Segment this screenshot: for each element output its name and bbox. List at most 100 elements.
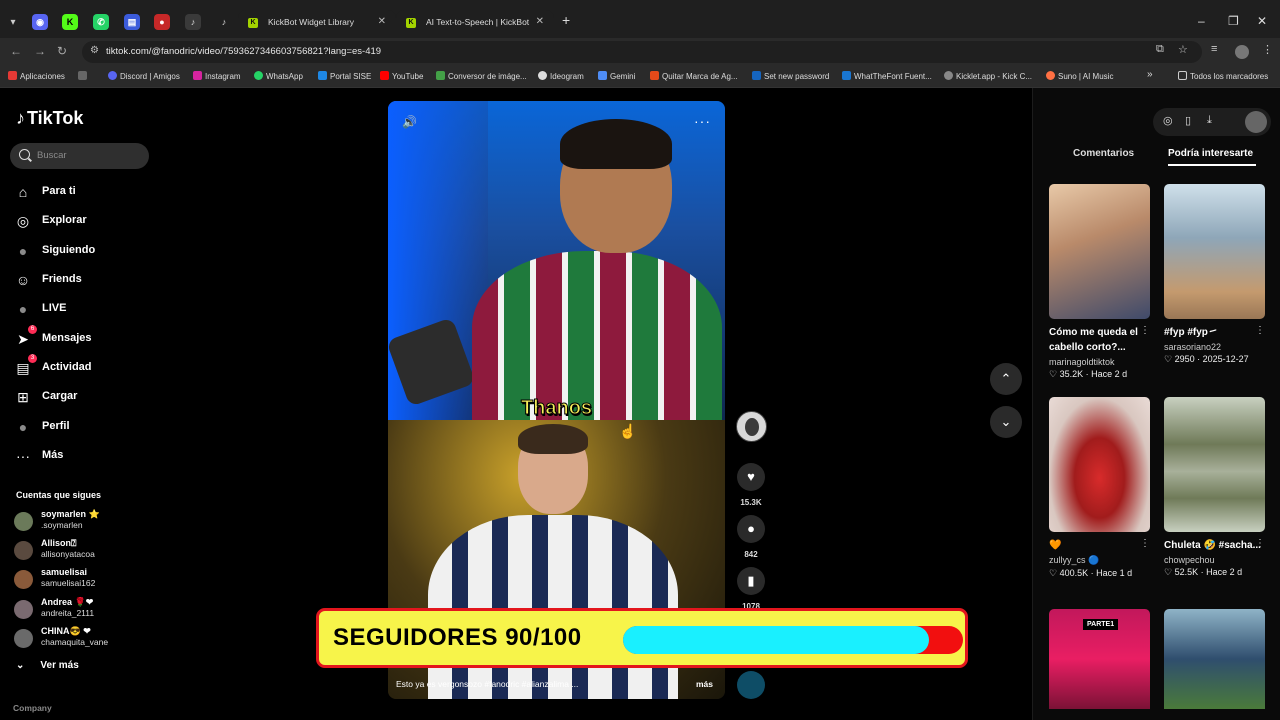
see-more-button[interactable]: ⌄ Ver más [16, 660, 79, 671]
bookmark-conversor[interactable]: Conversor de imáge... [436, 71, 527, 81]
close-tab-icon[interactable]: ✕ [536, 16, 544, 27]
pinned-tab-app-icon[interactable]: ▤ [124, 14, 140, 30]
previous-video-button[interactable]: ⌃ [990, 363, 1022, 395]
device-icon[interactable]: ▯ [1185, 114, 1191, 127]
nav-item-siguiendo[interactable]: ● Siguiendo [14, 240, 154, 262]
pinned-tab-red-icon[interactable]: ● [154, 14, 170, 30]
comment-button[interactable]: ● [737, 515, 765, 543]
tab-search-icon[interactable]: ▾ [6, 16, 20, 30]
card-stats: ♡ 400.5K · Hace 1 d [1049, 568, 1133, 578]
bookmark-portal-sise[interactable]: Portal SISE [318, 71, 371, 81]
minimize-button[interactable]: – [1198, 14, 1205, 28]
nav-item-friends[interactable]: ☺ Friends [14, 269, 154, 291]
browser-menu-icon[interactable]: ⋮ [1262, 43, 1273, 56]
video-thumbnail [1164, 184, 1265, 319]
card-date: 2025-12-27 [1202, 354, 1249, 364]
pinned-tab-discord-icon[interactable]: ◉ [32, 14, 48, 30]
description-more-link[interactable]: más [696, 679, 713, 689]
bookmark-quitar-marca[interactable]: Quitar Marca de Ag... [650, 71, 738, 81]
tiktok-logo[interactable]: ♪ TikTok [16, 108, 83, 129]
forward-icon[interactable]: → [34, 44, 46, 58]
bookmark-youtube[interactable]: YouTube [380, 71, 423, 81]
nav-item-cargar[interactable]: ⊞ Cargar [14, 386, 154, 408]
bookmark-whatthefont[interactable]: WhatTheFont Fuent... [842, 71, 932, 81]
explore-icon[interactable]: ◎ [1163, 114, 1173, 127]
omnibox[interactable]: ⚙ tiktok.com/@fanodric/video/75936273466… [82, 41, 1202, 63]
suggested-video-card[interactable] [1164, 609, 1265, 709]
url-text[interactable]: tiktok.com/@fanodric/video/7593627346603… [106, 46, 381, 57]
bookmarks-overflow-icon[interactable]: » [1147, 69, 1153, 80]
tab-ai-tts[interactable]: K AI Text-to-Speech | KickBot ✕ [396, 10, 554, 36]
bookmark-kicklet[interactable]: Kicklet.app - Kick C... [944, 71, 1032, 81]
instagram-icon [193, 71, 202, 80]
install-app-icon[interactable]: ⧉ [1156, 43, 1164, 56]
card-menu-icon[interactable]: ⋮ [1140, 538, 1150, 549]
bookmark-label: WhatTheFont Fuent... [854, 72, 932, 81]
profile-avatar[interactable] [1235, 45, 1249, 59]
search-input[interactable]: Buscar [10, 143, 149, 169]
music-disc-button[interactable] [737, 671, 765, 699]
followed-account[interactable]: soymarlen ⭐ .soymarlen [14, 509, 154, 535]
nav-item-mensajes[interactable]: ➤ 6 Mensajes [14, 325, 154, 350]
bookmark-set-password[interactable]: Set new password [752, 71, 829, 81]
follower-goal-label: SEGUIDORES 90/100 [333, 624, 582, 651]
suggested-video-card[interactable]: PARTE1 [1049, 609, 1150, 709]
user-avatar[interactable] [1245, 111, 1267, 133]
account-avatar [14, 512, 33, 531]
bookmark-whatsapp[interactable]: WhatsApp [254, 71, 303, 81]
bookmark-ideogram[interactable]: Ideogram [538, 71, 584, 81]
pinned-tab-whatsapp-icon[interactable]: ✆ [93, 14, 109, 30]
company-link[interactable]: Company [13, 703, 52, 713]
reading-list-icon[interactable]: ≡ [1211, 43, 1217, 55]
pinned-tab-audio2-icon[interactable]: ♪ [216, 14, 232, 30]
tab-comments[interactable]: Comentarios [1073, 148, 1134, 159]
nav-item-para-ti[interactable]: ⌂ Para ti [14, 181, 154, 203]
card-menu-icon[interactable]: ⋮ [1255, 325, 1265, 336]
next-video-button[interactable]: ⌄ [990, 406, 1022, 438]
follower-goal-overlay: SEGUIDORES 90/100 [316, 608, 968, 668]
close-tab-icon[interactable]: ✕ [378, 16, 386, 27]
nav-item-explorar[interactable]: ◎ Explorar [14, 210, 154, 232]
bookmark-star-icon[interactable]: ☆ [1178, 43, 1188, 56]
followed-account[interactable]: samuelisai samuelisai162 [14, 567, 154, 593]
bookmark-instagram[interactable]: Instagram [193, 71, 241, 81]
save-button[interactable]: ▮ [737, 567, 765, 595]
card-user: marinagoldtiktok [1049, 357, 1115, 367]
bookmark-grid[interactable] [78, 71, 90, 81]
suggested-video-card[interactable]: #fyp #fyp㇀ sarasoriano22 ♡ 2950 · 2025-1… [1164, 184, 1265, 365]
nav-item-más[interactable]: ··· Más [14, 445, 154, 467]
tab-kickbot-widget-library[interactable]: K KickBot Widget Library ✕ [238, 10, 396, 36]
bookmarks-folder[interactable]: Todos los marcadores [1178, 71, 1268, 81]
more-options-icon[interactable]: ··· [694, 113, 711, 129]
bookmark-gemini[interactable]: Gemini [598, 71, 635, 81]
followed-account[interactable]: Allison⍰ allisonyatacoa [14, 538, 154, 564]
close-window-button[interactable]: ✕ [1257, 14, 1267, 28]
maximize-button[interactable]: ❐ [1228, 14, 1239, 28]
back-icon[interactable]: ← [10, 44, 22, 58]
download-icon[interactable]: ⤓ [1207, 114, 1212, 127]
bookmark-apps[interactable]: Aplicaciones [8, 71, 65, 81]
like-button[interactable]: ♥ [737, 463, 765, 491]
followed-account[interactable]: Andrea 🌹❤ andreita_2111 [14, 597, 154, 623]
pinned-tab-audio-icon[interactable]: ♪ [185, 14, 201, 30]
card-menu-icon[interactable]: ⋮ [1255, 538, 1265, 549]
site-info-icon[interactable]: ⚙ [90, 45, 99, 56]
new-tab-button[interactable]: + [562, 12, 570, 28]
suggested-video-card[interactable]: Chuleta 🤣 #sacha... chowpechou ♡ 52.5K ·… [1164, 397, 1265, 578]
card-menu-icon[interactable]: ⋮ [1140, 325, 1150, 336]
tab-suggestions[interactable]: Podría interesarte [1168, 148, 1253, 159]
bookmark-suno[interactable]: Suno | AI Music [1046, 71, 1113, 81]
nav-item-actividad[interactable]: ▤ 3 Actividad [14, 354, 154, 379]
volume-icon[interactable]: 🔊 [402, 115, 417, 129]
bookmark-discord[interactable]: Discord | Amigos [108, 71, 180, 81]
card-likes: 400.5K [1059, 568, 1089, 578]
pinned-tab-kick-icon[interactable]: K [62, 14, 78, 30]
nav-label: Friends [42, 273, 82, 285]
followed-account[interactable]: CHINA😎 ❤ chamaquita_vane [14, 626, 154, 652]
suggested-video-card[interactable]: Cómo me queda el cabello corto?... marin… [1049, 184, 1150, 380]
nav-item-live[interactable]: ● LIVE [14, 298, 154, 320]
suggested-video-card[interactable]: 🧡 zullyy_cs 🔵 ♡ 400.5K · Hace 1 d ⋮ [1049, 397, 1150, 579]
nav-item-perfil[interactable]: ● Perfil [14, 416, 154, 438]
author-avatar[interactable] [736, 411, 767, 442]
reload-icon[interactable]: ↻ [57, 44, 67, 58]
